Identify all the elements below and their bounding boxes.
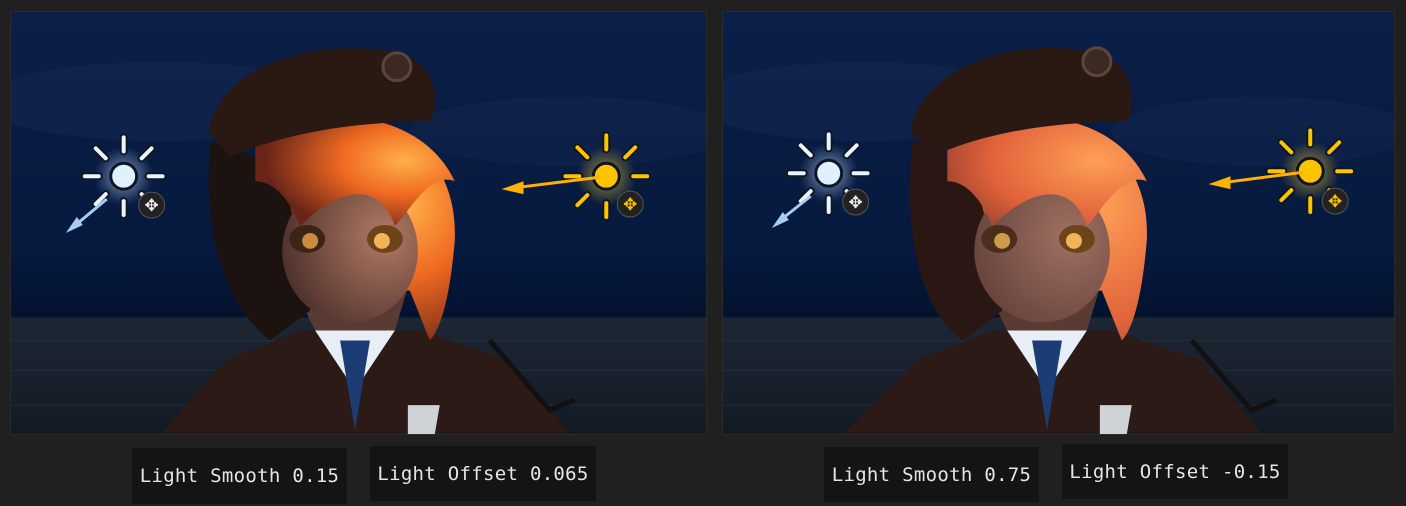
light-offset-label-right: Light Offset -0.15 [1062, 444, 1288, 499]
move-arrows-icon[interactable]: ✥ [1328, 191, 1342, 211]
viewport-left: ✥ ✥ [10, 11, 707, 435]
move-arrows-icon[interactable]: ✥ [849, 192, 863, 212]
move-arrows-icon[interactable]: ✥ [144, 195, 158, 215]
scene-render-left: ✥ ✥ [11, 12, 706, 434]
viewport-right: ✥ ✥ [722, 11, 1395, 435]
light-offset-label-left: Light Offset 0.065 [370, 446, 596, 501]
scene-render-right: ✥ ✥ [723, 12, 1394, 434]
light-smooth-label-right: Light Smooth 0.75 [824, 447, 1039, 502]
light-smooth-label-left: Light Smooth 0.15 [132, 448, 347, 504]
move-arrows-icon[interactable]: ✥ [623, 194, 637, 214]
